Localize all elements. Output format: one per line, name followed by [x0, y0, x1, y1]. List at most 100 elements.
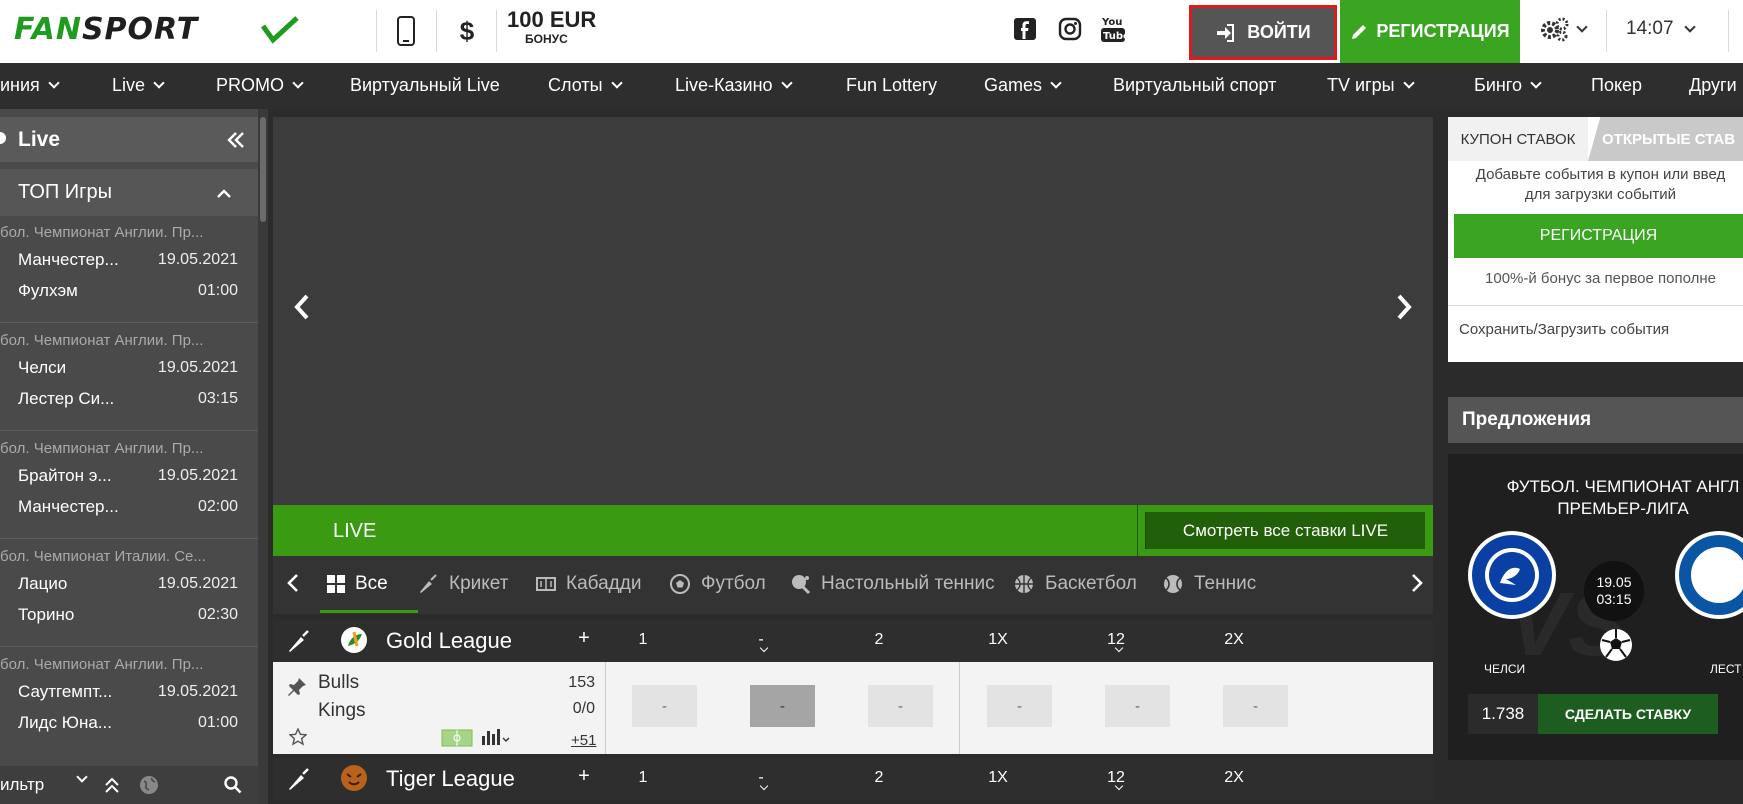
instagram-icon[interactable] — [1055, 14, 1085, 44]
nav-item-live[interactable]: Live — [112, 75, 165, 96]
tabs-prev-icon[interactable] — [287, 573, 299, 593]
tiger-league-logo-icon — [341, 765, 367, 791]
league-name[interactable]: Gold League — [386, 628, 512, 654]
filter-label[interactable]: ильтр — [0, 775, 44, 795]
sidebar-scrollbar[interactable] — [258, 109, 268, 804]
chevron-down-icon — [1576, 20, 1588, 33]
collapse-icon[interactable] — [226, 131, 246, 149]
odd-cell-2x[interactable]: - — [1223, 685, 1288, 727]
search-icon[interactable] — [224, 776, 242, 794]
nav-item-fun-lottery[interactable]: Fun Lottery — [846, 75, 937, 96]
currency-icon[interactable]: $ — [455, 14, 479, 48]
team-away: Kings — [318, 700, 366, 721]
league-header: Tiger League + 1 - 2 1X 12 2X — [273, 758, 1433, 800]
register-button[interactable]: РЕГИСТРАЦИЯ — [1340, 0, 1520, 63]
sidebar-match[interactable]: бол. Чемпионат Англии. Пр... Манчестер..… — [0, 216, 258, 323]
carousel-next-icon[interactable] — [1389, 287, 1419, 327]
tab-open-bets[interactable]: ОТКРЫТЫЕ СТАВ — [1588, 117, 1743, 161]
main-content: LIVE Смотреть все ставки LIVE Все Крикет… — [268, 109, 1443, 804]
chelsea-crest-icon — [1468, 531, 1556, 619]
double-chevron-up-icon[interactable] — [104, 777, 120, 793]
nav-item-line[interactable]: иния — [0, 75, 60, 96]
nav-item-promo[interactable]: PROMO — [216, 75, 304, 96]
add-market-icon[interactable]: + — [564, 765, 604, 788]
game-row[interactable]: Bulls Kings 153 0/0 +51 - - - - - - — [273, 662, 1433, 754]
svg-text:Tube: Tube — [1103, 31, 1126, 42]
pin-icon[interactable] — [286, 676, 308, 698]
bet-slip: КУПОН СТАВОК ОТКРЫТЫЕ СТАВ Добавьте собы… — [1448, 117, 1743, 362]
offer-coefficient[interactable]: 1.738 — [1468, 694, 1538, 734]
tab-bet-slip[interactable]: КУПОН СТАВОК — [1448, 117, 1588, 161]
nav-item-live-casino[interactable]: Live-Казино — [675, 75, 793, 96]
facebook-icon[interactable] — [1010, 14, 1040, 44]
sidebar-match[interactable]: бол. Чемпионат Англии. Пр... Брайтон э..… — [0, 432, 258, 539]
fansport-logo[interactable]: FANSPORT — [14, 12, 304, 52]
carousel-prev-icon[interactable] — [287, 287, 317, 327]
sidebar-match[interactable]: бол. Чемпионат Англии. Пр... Челси 19.05… — [0, 324, 258, 431]
odd-cell-1[interactable]: - — [632, 685, 697, 727]
tab-cricket[interactable]: Крикет — [417, 573, 508, 595]
team-home: Bulls — [318, 672, 360, 693]
odd-cell-draw[interactable]: - — [750, 685, 815, 727]
odd-cell-1x[interactable]: - — [987, 685, 1052, 727]
football-icon — [670, 574, 690, 594]
login-icon — [1217, 23, 1235, 42]
tab-table-tennis[interactable]: Настольный теннис — [789, 573, 995, 595]
star-icon[interactable] — [289, 728, 307, 746]
nav-item-bingo[interactable]: Бинго — [1474, 75, 1542, 96]
sidebar-match[interactable]: бол. Чемпионат Англии. Пр... Саутгемпт..… — [0, 648, 258, 755]
tabs-next-icon[interactable] — [1411, 573, 1423, 593]
tab-kabaddi[interactable]: Кабадди — [536, 573, 641, 595]
offer-team-home: ЧЕЛСИ — [1484, 662, 1526, 676]
youtube-icon[interactable]: You Tube — [1098, 14, 1128, 44]
time-dropdown[interactable]: 14:07 — [1626, 18, 1696, 40]
bonus-banner[interactable]: 100 EUR БОНУС — [507, 9, 596, 46]
bet-slip-register-button[interactable]: РЕГИСТРАЦИЯ — [1454, 214, 1743, 258]
live-section-bar: LIVE Смотреть все ставки LIVE — [273, 505, 1433, 556]
tab-football[interactable]: Футбол — [669, 573, 766, 595]
sidebar-live-header[interactable]: Live — [0, 117, 258, 162]
tab-tennis[interactable]: Теннис — [1162, 573, 1256, 595]
more-markets-link[interactable]: +51 — [571, 732, 596, 749]
nav-item-virtual-sport[interactable]: Виртуальный спорт — [1113, 75, 1276, 96]
left-sidebar: Live ТОП Игры бол. Чемпионат Англии. Пр.… — [0, 109, 268, 804]
nav-item-games[interactable]: Games — [984, 75, 1062, 96]
league-header: Gold League + 1 - 2 1X 12 2X — [273, 620, 1433, 662]
tab-all[interactable]: Все — [327, 573, 388, 595]
nav-item-other[interactable]: Други — [1689, 75, 1737, 96]
nav-item-tv-games[interactable]: TV игры — [1327, 75, 1415, 96]
settings-dropdown[interactable] — [1540, 16, 1588, 42]
cricket-bat-icon — [289, 768, 309, 790]
gold-league-logo-icon — [341, 627, 367, 653]
soccer-ball-icon — [1600, 629, 1632, 661]
kabaddi-icon — [536, 577, 556, 591]
make-bet-button[interactable]: СДЕЛАТЬ СТАВКУ — [1538, 694, 1718, 734]
save-load-events-link[interactable]: Сохранить/Загрузить события — [1448, 305, 1743, 353]
login-button[interactable]: ВОЙТИ — [1189, 5, 1337, 60]
leicester-crest-icon — [1675, 531, 1743, 619]
nav-item-poker[interactable]: Покер — [1591, 75, 1642, 96]
league-name[interactable]: Tiger League — [386, 766, 515, 792]
cricket-bat-icon — [289, 630, 309, 652]
mobile-phone-icon[interactable] — [395, 14, 417, 48]
odd-cell-12[interactable]: - — [1105, 685, 1170, 727]
add-market-icon[interactable]: + — [564, 627, 604, 650]
live-title: LIVE — [333, 520, 377, 542]
offer-title: ФУТБОЛ. ЧЕМПИОНАТ АНГЛ ПРЕМЬЕР-ЛИГА — [1506, 477, 1740, 518]
odd-cell-2[interactable]: - — [868, 685, 933, 727]
cricket-icon — [420, 574, 437, 593]
statistics-icon[interactable] — [481, 728, 511, 746]
live-dot-icon — [0, 132, 6, 144]
sidebar-match[interactable]: бол. Чемпионат Италии. Се... Лацио 19.05… — [0, 540, 258, 647]
chevron-down-icon — [1683, 20, 1696, 33]
nav-item-virtual-live[interactable]: Виртуальный Live — [350, 75, 500, 96]
tab-basketball[interactable]: Баскетбол — [1013, 573, 1137, 595]
pencil-icon — [1352, 24, 1367, 39]
sidebar-top-games-header[interactable]: ТОП Игры — [0, 169, 258, 216]
promo-carousel — [273, 117, 1433, 505]
chevron-down-icon[interactable] — [76, 771, 88, 783]
globe-icon[interactable] — [139, 775, 159, 795]
view-all-live-button[interactable]: Смотреть все ставки LIVE — [1145, 512, 1425, 549]
field-icon[interactable] — [441, 729, 473, 747]
nav-item-slots[interactable]: Слоты — [548, 75, 623, 96]
